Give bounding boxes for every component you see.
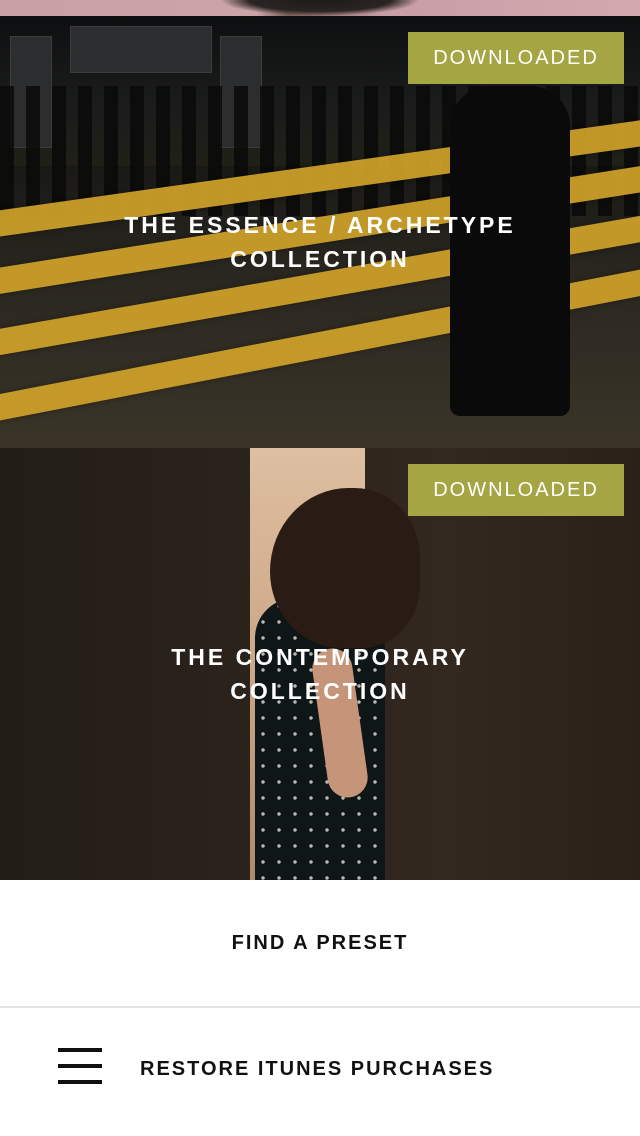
bottom-bar: RESTORE ITUNES PURCHASES [0,1008,640,1136]
photo-sign [70,26,212,73]
menu-icon-bar [58,1064,102,1068]
menu-icon-bar [58,1048,102,1052]
downloaded-badge: DOWNLOADED [408,32,624,84]
find-preset-button[interactable]: FIND A PRESET [0,880,640,1006]
app-screen: DOWNLOADED THE ESSENCE / ARCHETYPE COLLE… [0,0,640,1136]
downloaded-badge: DOWNLOADED [408,464,624,516]
collection-title: THE CONTEMPORARY COLLECTION [0,640,640,708]
collection-card-contemporary[interactable]: DOWNLOADED THE CONTEMPORARY COLLECTION [0,448,640,880]
hamburger-menu-icon[interactable] [58,1048,102,1084]
menu-icon-bar [58,1080,102,1084]
collection-card-essence-archetype[interactable]: DOWNLOADED THE ESSENCE / ARCHETYPE COLLE… [0,16,640,448]
collection-title-line1: THE CONTEMPORARY [171,644,469,670]
collection-title-line2: COLLECTION [230,678,410,704]
collection-title-line2: COLLECTION [230,246,410,272]
previous-collection-image-edge [0,0,640,16]
photo-hair [270,488,420,648]
collection-title-line1: THE ESSENCE / ARCHETYPE [124,212,516,238]
collection-title: THE ESSENCE / ARCHETYPE COLLECTION [0,208,640,276]
restore-itunes-purchases-button[interactable]: RESTORE ITUNES PURCHASES [140,1058,494,1081]
image-shape [220,0,420,16]
